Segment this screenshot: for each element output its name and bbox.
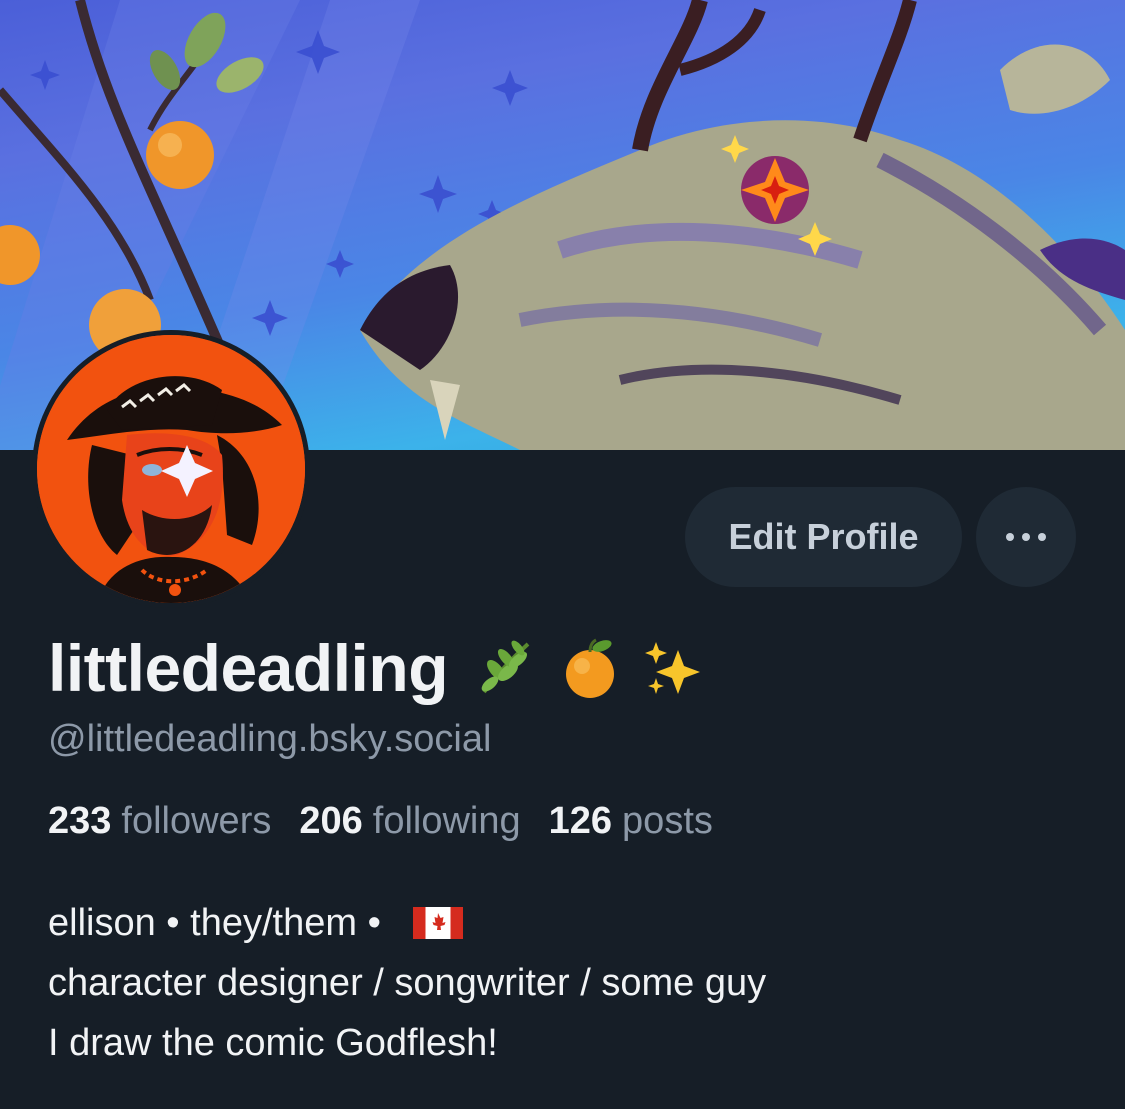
followers-stat[interactable]: 233 followers: [48, 800, 271, 843]
profile-stats: 233 followers 206 following 126 posts: [48, 800, 713, 843]
bio-line-3: I draw the comic Godflesh!: [48, 1022, 498, 1064]
display-name-text: littledeadling: [48, 631, 449, 705]
followers-count: 233: [48, 800, 112, 842]
following-stat[interactable]: 206 following: [299, 800, 520, 843]
posts-count: 126: [548, 800, 613, 842]
display-name: littledeadling: [48, 628, 706, 708]
followers-label: followers: [121, 800, 272, 842]
bio-line-1: ellison • they/them •: [48, 893, 766, 953]
more-options-icon: [1006, 533, 1046, 541]
more-options-button[interactable]: [976, 487, 1076, 587]
canada-flag-icon: [413, 907, 464, 939]
name-emojis: [474, 636, 706, 700]
profile-bio: ellison • they/them • character designer…: [48, 893, 766, 1073]
herb-emoji-icon: [481, 640, 530, 694]
profile-screen: Edit Profile littledeadling @littledeadl…: [0, 0, 1125, 1109]
posts-label: posts: [622, 800, 713, 842]
edit-profile-label: Edit Profile: [728, 516, 919, 557]
following-count: 206: [299, 800, 363, 842]
tangerine-emoji-icon: [566, 638, 615, 698]
edit-profile-button[interactable]: Edit Profile: [685, 487, 962, 587]
bio-line-2: character designer / songwriter / some g…: [48, 962, 767, 1004]
following-label: following: [372, 800, 521, 842]
posts-stat: 126 posts: [549, 800, 713, 843]
profile-handle[interactable]: @littledeadling.bsky.social: [48, 718, 491, 761]
sparkles-emoji-icon: [645, 642, 701, 694]
bio-line-1-text: ellison • they/them •: [48, 902, 392, 944]
avatar-illustration: [37, 335, 305, 603]
avatar[interactable]: [32, 330, 310, 608]
